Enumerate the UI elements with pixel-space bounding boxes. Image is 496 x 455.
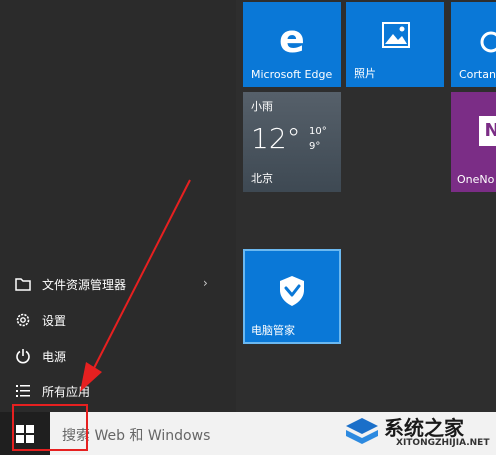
annotation-arrow	[80, 179, 191, 392]
watermark-logo-icon	[346, 418, 378, 444]
watermark-title: 系统之家	[384, 416, 464, 440]
watermark-url: XITONGZHIJIA.NET	[396, 438, 490, 448]
watermark: 系统之家 XITONGZHIJIA.NET	[338, 410, 496, 455]
